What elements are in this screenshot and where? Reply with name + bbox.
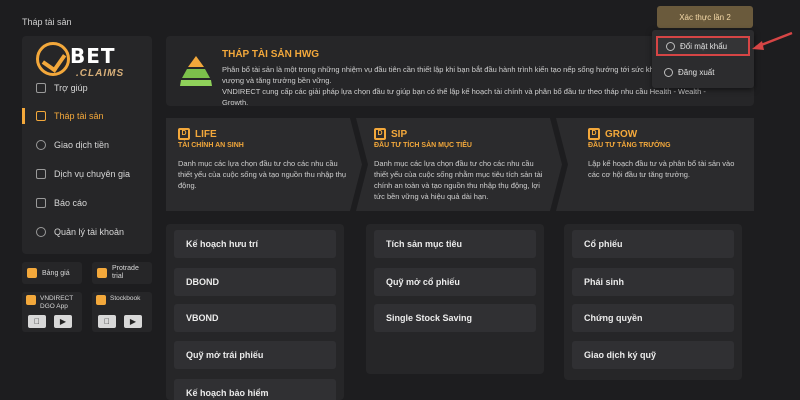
expert-icon (36, 169, 46, 179)
sidebar-item-asset-tower[interactable]: Tháp tài sản (22, 106, 152, 126)
product-item[interactable]: Kế hoạch hưu trí (174, 230, 336, 258)
hero-line: vượng và tăng trưởng bền vững. (222, 76, 332, 85)
hero-line: VNDIRECT cung cấp các giải pháp lựa chọn… (222, 87, 706, 107)
strategy-description: Danh mục các lựa chọn đầu tư cho các nhu… (374, 159, 543, 201)
protrade-button[interactable]: Protrade trial (92, 262, 152, 284)
sidebar-item-expert-service[interactable]: Dịch vụ chuyên gia (22, 164, 152, 184)
strategy-name: GROW (605, 128, 638, 140)
play-store-icon[interactable]: ▶ (54, 315, 72, 328)
sidebar-item-report[interactable]: Báo cáo (22, 193, 152, 213)
stockbook-icon (96, 295, 106, 305)
product-item[interactable]: VBOND (174, 304, 336, 332)
sidebar-item-label: Dịch vụ chuyên gia (54, 169, 131, 179)
product-item[interactable]: Tích sản mục tiêu (374, 230, 536, 258)
strategy-header: D SIP (374, 128, 407, 140)
money-icon (36, 140, 46, 150)
strategy-description: Danh mục các lựa chọn đầu tư cho các nhu… (178, 159, 347, 190)
pyramid-icon (180, 56, 212, 86)
sidebar-item-label: Trợ giúp (54, 83, 88, 93)
app-card-title: VNDIRECT DGO App (26, 295, 80, 311)
product-item[interactable]: Phái sinh (572, 268, 734, 296)
product-item[interactable]: Quỹ mở cổ phiếu (374, 268, 536, 296)
account-dropdown: Đổi mật khẩu Đăng xuất (652, 30, 754, 88)
user-icon (36, 227, 46, 237)
strategy-header: D GROW (588, 128, 637, 140)
sidebar-item-money-transfer[interactable]: Giao dịch tiền (22, 135, 152, 155)
page-title: Tháp tài sản (22, 17, 72, 27)
sip-products: Tích sản mục tiêu Quỹ mở cổ phiếu Single… (366, 224, 544, 374)
product-item[interactable]: Single Stock Saving (374, 304, 536, 332)
strategy-subtitle: ĐẦU TƯ TĂNG TRƯỞNG (588, 142, 671, 149)
play-store-icon[interactable]: ▶ (124, 315, 142, 328)
product-item[interactable]: Chứng quyền (572, 304, 734, 332)
chart-icon (27, 268, 37, 278)
strategy-description: Lập kế hoạch đầu tư và phân bổ tài sản v… (588, 159, 735, 179)
strategy-subtitle: TÀI CHÍNH AN SINH (178, 142, 244, 149)
sidebar-item-label: Giao dịch tiền (54, 140, 110, 150)
strategy-logo-icon: D (374, 128, 386, 140)
apple-store-icon[interactable]:  (28, 315, 46, 328)
report-icon (36, 198, 46, 208)
strategy-life: D LIFE TÀI CHÍNH AN SINH Danh mục các lựa… (166, 118, 362, 211)
sidebar-item-label: Tháp tài sản (54, 111, 104, 121)
strategy-grow: D GROW ĐẦU TƯ TĂNG TRƯỞNG Lập kế hoạch đầ… (556, 118, 754, 211)
dgo-app-card: VNDIRECT DGO App  ▶ (22, 292, 82, 332)
product-item[interactable]: Cổ phiếu (572, 230, 734, 258)
key-icon (666, 41, 675, 51)
menu-item-label: Đổi mật khẩu (680, 41, 728, 51)
sidebar: BET .CLAIMS Trợ giúp Tháp tài sản Giao d… (22, 36, 152, 254)
strategy-sip: D SIP ĐẦU TƯ TÍCH SẢN MỤC TIÊU Danh mục c… (356, 118, 562, 211)
strategy-logo-icon: D (178, 128, 190, 140)
grow-products: Cổ phiếu Phái sinh Chứng quyền Giao dịch… (564, 224, 742, 380)
app-label: Protrade trial (112, 265, 139, 280)
life-products: Kế hoạch hưu trí DBOND VBOND Quỹ mở trái… (166, 224, 344, 400)
apple-store-icon[interactable]:  (98, 315, 116, 328)
menu-item-label: Đăng xuất (678, 67, 715, 77)
product-item[interactable]: DBOND (174, 268, 336, 296)
product-item[interactable]: Quỹ mở trái phiếu (174, 341, 336, 369)
two-factor-button[interactable]: Xác thực lần 2 (657, 6, 753, 28)
dgo-icon (26, 295, 36, 305)
hero-title: THÁP TÀI SẢN HWG (222, 49, 320, 60)
sidebar-item-label: Báo cáo (54, 198, 88, 208)
strategy-header: D LIFE (178, 128, 217, 140)
app-label: Bảng giá (42, 269, 70, 277)
logo-text: BET (70, 44, 116, 68)
strategy-logo-icon: D (588, 128, 600, 140)
strategy-subtitle: ĐẦU TƯ TÍCH SẢN MỤC TIÊU (374, 142, 472, 149)
product-item[interactable]: Kế hoạch bảo hiểm (174, 379, 336, 400)
hero-description: Phân bổ tài sản là một trong những nhiệm… (222, 64, 722, 108)
strategy-name: SIP (391, 128, 408, 140)
strategy-name: LIFE (195, 128, 217, 140)
change-password-item[interactable]: Đổi mật khẩu (656, 36, 750, 56)
product-item[interactable]: Giao dịch ký quỹ (572, 341, 734, 369)
tower-icon (36, 111, 46, 121)
hero-line: Phân bổ tài sản là một trong những nhiệm… (222, 65, 654, 74)
help-icon (36, 83, 46, 93)
stockbook-app-card: Stockbook  ▶ (92, 292, 152, 332)
app-card-title: Stockbook (96, 295, 140, 305)
sidebar-item-account[interactable]: Quản lý tài khoản (22, 222, 152, 242)
logout-item[interactable]: Đăng xuất (656, 62, 750, 82)
sidebar-item-help[interactable]: Trợ giúp (22, 78, 152, 98)
app-label: Stockbook (110, 295, 141, 302)
protrade-icon (97, 268, 107, 278)
sidebar-item-label: Quản lý tài khoản (54, 227, 125, 237)
logo-mark-icon (36, 42, 70, 76)
app-label: VNDIRECT DGO App (40, 295, 74, 310)
logout-icon (664, 67, 673, 77)
price-board-button[interactable]: Bảng giá (22, 262, 82, 284)
